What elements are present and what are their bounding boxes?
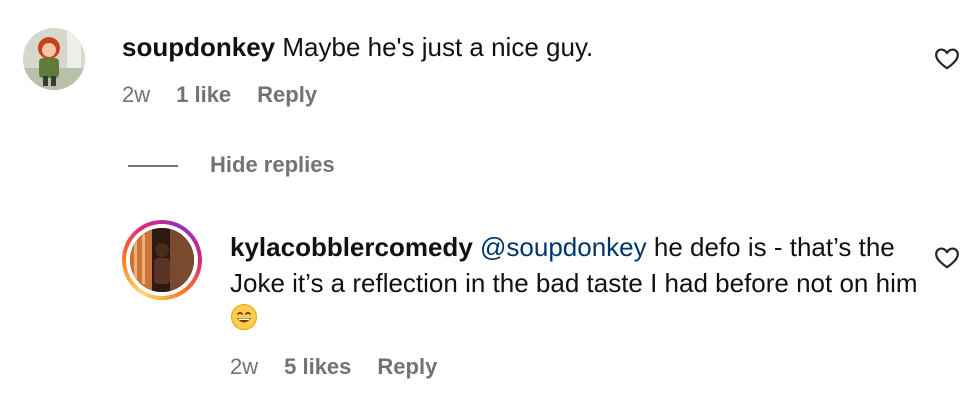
comment-meta: 2w 1 like Reply [122, 82, 317, 108]
comment-username[interactable]: kylacobblercomedy [230, 232, 473, 262]
comment-likes[interactable]: 5 likes [284, 354, 351, 380]
heart-outline-icon [935, 48, 959, 70]
comment-body: soupdonkey Maybe he's just a nice guy. [122, 29, 902, 65]
comment-body: kylacobblercomedy @soupdonkey he defo is… [230, 229, 920, 340]
hide-replies-button[interactable]: Hide replies [210, 152, 335, 178]
user-avatar-icon [23, 28, 85, 90]
like-button[interactable] [934, 46, 960, 72]
grinning-face-emoji-icon [230, 303, 258, 340]
comment-likes[interactable]: 1 like [176, 82, 231, 108]
like-button[interactable] [934, 245, 960, 271]
divider-line [128, 165, 178, 167]
comment-age[interactable]: 2w [230, 354, 258, 380]
mention-link[interactable]: @soupdonkey [480, 232, 647, 262]
user-avatar-icon [130, 228, 194, 292]
comment-age[interactable]: 2w [122, 82, 150, 108]
comment-meta: 2w 5 likes Reply [230, 354, 437, 380]
avatar[interactable] [130, 228, 194, 292]
reply-button[interactable]: Reply [377, 354, 437, 380]
heart-outline-icon [935, 247, 959, 269]
reply-button[interactable]: Reply [257, 82, 317, 108]
comment-username[interactable]: soupdonkey [122, 32, 275, 62]
avatar[interactable] [23, 28, 85, 90]
comment-text: Maybe he's just a nice guy. [275, 32, 594, 62]
